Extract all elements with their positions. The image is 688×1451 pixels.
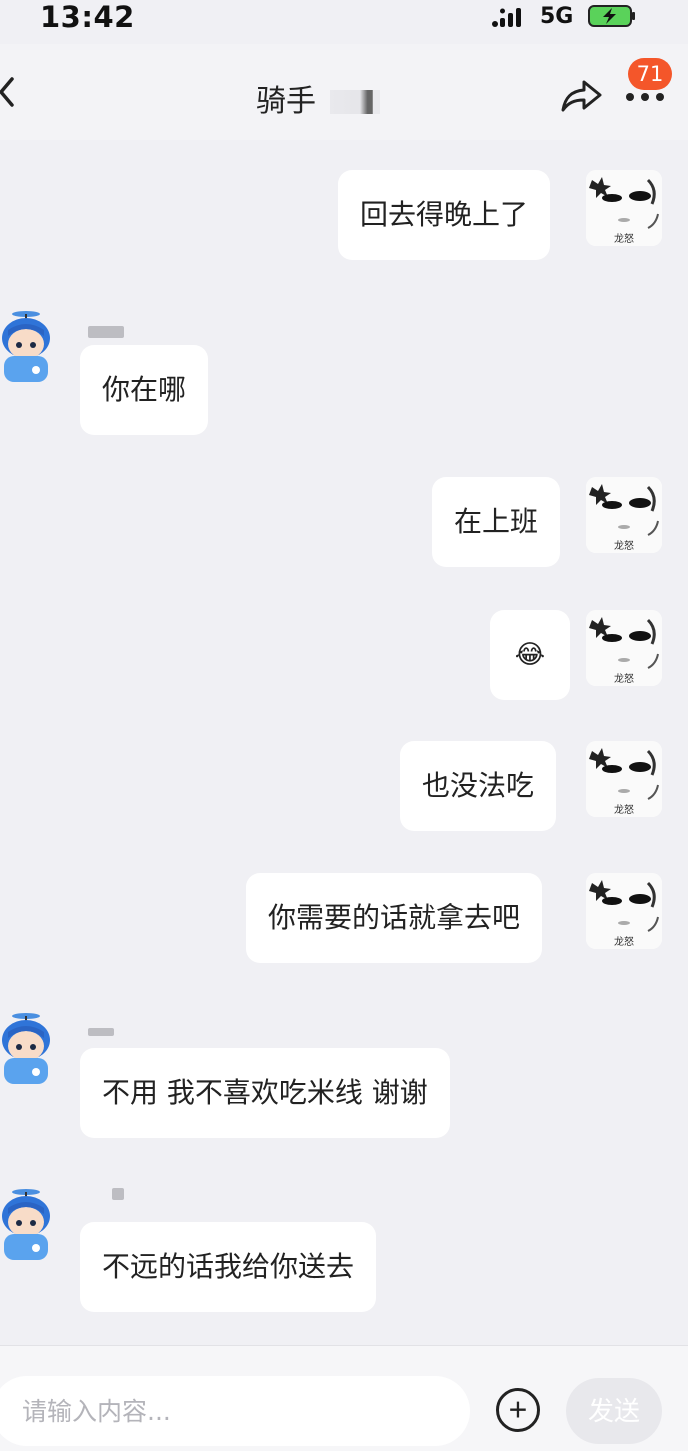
emoji-message-bubble[interactable]: 😂: [490, 610, 570, 700]
network-type: 5G: [540, 4, 574, 29]
rider-name-mask: [88, 326, 124, 338]
message-bubble[interactable]: 你需要的话就拿去吧: [246, 873, 543, 963]
unread-badge: 71: [628, 58, 672, 90]
message-bubble[interactable]: 不远的话我给你送去: [80, 1222, 377, 1312]
rider-avatar[interactable]: [0, 1010, 54, 1084]
more-options-icon[interactable]: [624, 90, 666, 104]
send-button[interactable]: 发送: [566, 1378, 662, 1444]
meme-face-icon: 龙怒: [586, 610, 662, 686]
add-attachment-button[interactable]: +: [496, 1388, 540, 1432]
avatar-caption: 龙怒: [614, 672, 634, 685]
signal-strength-icon: [492, 8, 521, 27]
my-avatar[interactable]: 龙怒: [586, 741, 662, 817]
rider-name-mask: [112, 1188, 124, 1200]
avatar-caption: 龙怒: [614, 803, 634, 816]
chat-header: 骑手 71: [0, 44, 688, 140]
rider-avatar[interactable]: [0, 1186, 54, 1260]
my-avatar[interactable]: 龙怒: [586, 170, 662, 246]
meme-face-icon: 龙怒: [586, 170, 662, 246]
message-bubble[interactable]: 也没法吃: [400, 741, 557, 831]
chat-screen: 13:42 5G 骑手 71 回去得晚上了 龙怒 你在哪 在上班 龙怒 😂 龙怒…: [0, 0, 688, 1451]
input-bar: + 发送: [0, 1345, 688, 1451]
meme-face-icon: 龙怒: [586, 741, 662, 817]
avatar-caption: 龙怒: [614, 935, 634, 948]
my-avatar[interactable]: 龙怒: [586, 873, 662, 949]
avatar-caption: 龙怒: [614, 539, 634, 552]
share-icon[interactable]: [560, 78, 604, 114]
message-bubble[interactable]: 你在哪: [80, 345, 209, 435]
message-bubble[interactable]: 在上班: [432, 477, 561, 567]
meme-face-icon: 龙怒: [586, 873, 662, 949]
message-bubble[interactable]: 回去得晚上了: [338, 170, 551, 260]
my-avatar[interactable]: 龙怒: [586, 610, 662, 686]
message-bubble[interactable]: 不用 我不喜欢吃米线 谢谢: [80, 1048, 450, 1138]
back-arrow-icon[interactable]: [0, 76, 16, 108]
battery-charging-icon: [588, 5, 635, 27]
avatar-caption: 龙怒: [614, 232, 634, 245]
message-input[interactable]: [0, 1376, 470, 1446]
status-bar: 13:42 5G: [0, 0, 688, 38]
rider-avatar[interactable]: [0, 308, 54, 382]
rider-name-mask: [88, 1028, 114, 1036]
chat-title: 骑手: [256, 84, 316, 119]
plus-icon: +: [508, 1391, 528, 1428]
my-avatar[interactable]: 龙怒: [586, 477, 662, 553]
message-list: 回去得晚上了 龙怒 你在哪 在上班 龙怒 😂 龙怒 也没法吃 龙怒 你需要的话就…: [0, 140, 688, 1345]
meme-face-icon: 龙怒: [586, 477, 662, 553]
status-time: 13:42: [40, 0, 135, 34]
blurred-name-mask: [330, 90, 380, 114]
